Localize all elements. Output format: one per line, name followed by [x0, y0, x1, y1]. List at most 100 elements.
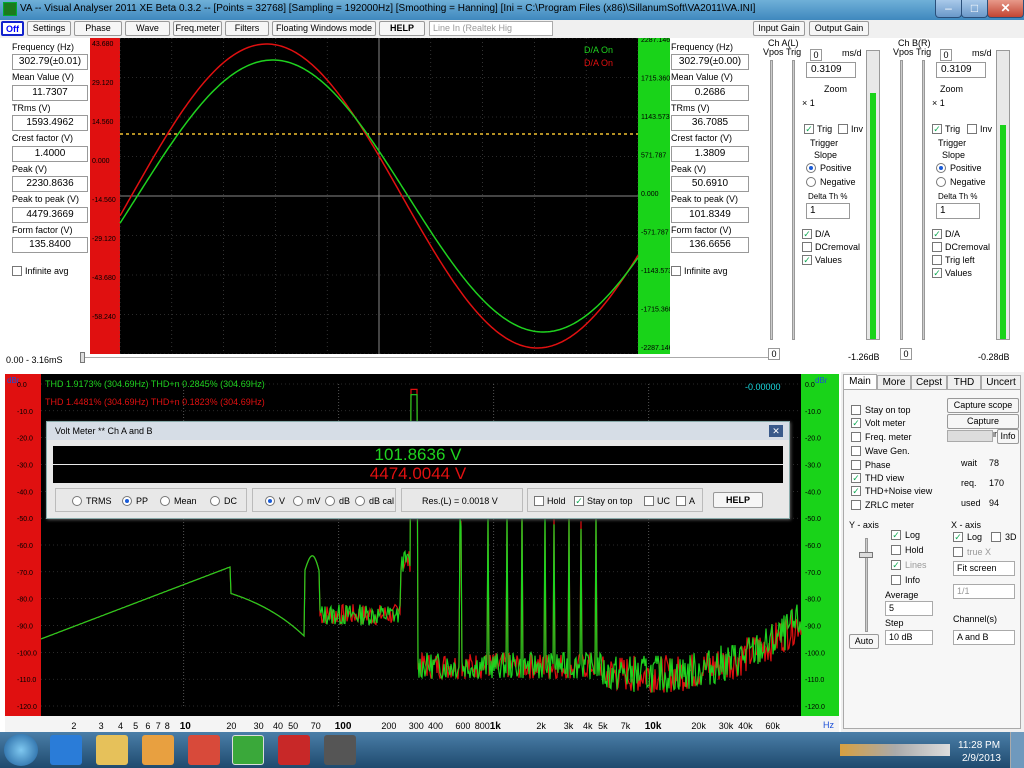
phase-button[interactable]: Phase — [74, 21, 122, 36]
app-icon-2[interactable] — [278, 735, 310, 765]
thd-view-checkbox[interactable]: ✓ — [851, 473, 861, 483]
chb-ms-value[interactable]: 0.3109 — [936, 62, 986, 78]
chb-negative-radio[interactable] — [936, 177, 946, 187]
freq-meter-button[interactable]: Freq.meter — [173, 21, 222, 36]
off-button[interactable]: Off — [1, 21, 24, 36]
input-gain-button[interactable]: Input Gain — [753, 21, 805, 36]
capture-scope-button[interactable]: Capture scope — [947, 398, 1019, 413]
cha-delta-value[interactable]: 1 — [806, 203, 850, 219]
chb-zoom-value[interactable]: × 1 — [932, 98, 945, 108]
average-select[interactable]: 5 — [885, 601, 933, 616]
y-lines-checkbox[interactable]: ✓ — [891, 560, 901, 570]
x-3d-checkbox[interactable] — [991, 532, 1001, 542]
tab-cepst[interactable]: Cepst — [911, 375, 947, 390]
auto-button[interactable]: Auto — [849, 634, 879, 649]
close-button[interactable]: ✕ — [987, 0, 1024, 18]
fit-screen-select[interactable]: Fit screen — [953, 561, 1015, 576]
input-device-select[interactable]: Line In (Realtek Hig — [429, 21, 553, 36]
a-checkbox[interactable] — [676, 496, 686, 506]
maximize-button[interactable]: □ — [961, 0, 988, 18]
volt-meter-close-button[interactable]: ✕ — [769, 425, 783, 437]
stay-on-top-checkbox-2[interactable] — [851, 405, 861, 415]
cha-negative-radio[interactable] — [806, 177, 816, 187]
chb-dcremoval-checkbox[interactable] — [932, 242, 942, 252]
y-axis-slider-thumb[interactable] — [859, 552, 873, 558]
cha-trig-checkbox[interactable]: ✓ — [804, 124, 814, 134]
tray-icons[interactable] — [840, 744, 950, 756]
v-radio[interactable] — [265, 496, 275, 506]
y-info-checkbox[interactable] — [891, 575, 901, 585]
uc-checkbox[interactable] — [644, 496, 654, 506]
visual-analyser-icon[interactable] — [232, 735, 264, 765]
cha-bottom-zero[interactable]: 0 — [768, 348, 780, 360]
cha-trig-slider[interactable] — [792, 60, 795, 340]
chb-trig-slider[interactable] — [922, 60, 925, 340]
chb-da-checkbox[interactable]: ✓ — [932, 229, 942, 239]
output-gain-button[interactable]: Output Gain — [809, 21, 869, 36]
timebase-scrollbar[interactable] — [80, 357, 770, 363]
cha-ms-value[interactable]: 0.3109 — [806, 62, 856, 78]
true-x-checkbox[interactable] — [953, 547, 963, 557]
cha-dcremoval-checkbox[interactable] — [802, 242, 812, 252]
help-button[interactable]: HELP — [379, 21, 425, 36]
chb-inv-checkbox[interactable] — [967, 124, 977, 134]
tab-uncert[interactable]: Uncert — [981, 375, 1021, 390]
wave-gen-checkbox[interactable] — [851, 446, 861, 456]
ratio-select[interactable]: 1/1 — [953, 584, 1015, 599]
y-hold-checkbox[interactable] — [891, 545, 901, 555]
media-player-icon[interactable] — [142, 735, 174, 765]
freq-meter-checkbox[interactable] — [851, 432, 861, 442]
folder-icon[interactable] — [96, 735, 128, 765]
ie-icon[interactable] — [50, 735, 82, 765]
chb-trig-checkbox[interactable]: ✓ — [932, 124, 942, 134]
step-select[interactable]: 10 dB — [885, 630, 933, 645]
floating-windows-button[interactable]: Floating Windows mode — [272, 21, 376, 36]
cha-inv-checkbox[interactable] — [838, 124, 848, 134]
mv-radio[interactable] — [293, 496, 303, 506]
zrlc-checkbox[interactable] — [851, 500, 861, 510]
cha-zero-box[interactable]: 0 — [810, 49, 822, 61]
x-log-checkbox[interactable]: ✓ — [953, 532, 963, 542]
dbcal-radio[interactable] — [355, 496, 365, 506]
dc-radio[interactable] — [210, 496, 220, 506]
hold-checkbox[interactable] — [534, 496, 544, 506]
stay-on-top-checkbox[interactable]: ✓ — [574, 496, 584, 506]
chrome-icon[interactable] — [188, 735, 220, 765]
volt-meter-checkbox[interactable]: ✓ — [851, 418, 861, 428]
minimize-button[interactable]: – — [935, 0, 962, 18]
channels-select[interactable]: A and B — [953, 630, 1015, 645]
cha-values-checkbox[interactable]: ✓ — [802, 255, 812, 265]
chb-bottom-zero[interactable]: 0 — [900, 348, 912, 360]
settings-button[interactable]: Settings — [27, 21, 71, 36]
tab-main[interactable]: Main — [843, 374, 877, 389]
infinite-avg-checkbox-b[interactable] — [671, 266, 681, 276]
wave-button[interactable]: Wave — [125, 21, 170, 36]
mean-radio[interactable] — [160, 496, 170, 506]
db-radio[interactable] — [325, 496, 335, 506]
start-button[interactable] — [4, 734, 38, 766]
filters-button[interactable]: Filters — [225, 21, 269, 36]
chb-delta-value[interactable]: 1 — [936, 203, 980, 219]
cha-da-checkbox[interactable]: ✓ — [802, 229, 812, 239]
cha-zoom-value[interactable]: × 1 — [802, 98, 815, 108]
cha-vpos-slider[interactable] — [770, 60, 773, 340]
chb-values-checkbox[interactable]: ✓ — [932, 268, 942, 278]
chb-zero-box[interactable]: 0 — [940, 49, 952, 61]
chb-vpos-slider[interactable] — [900, 60, 903, 340]
thdn-view-checkbox[interactable]: ✓ — [851, 486, 861, 496]
trms-radio[interactable] — [72, 496, 82, 506]
oscilloscope-display[interactable]: D/A On D/A On 43.680 29.120 14.560 0.000 -14… — [90, 38, 670, 354]
tab-thd[interactable]: THD — [947, 375, 981, 390]
phase-checkbox[interactable] — [851, 460, 861, 470]
volt-meter-titlebar[interactable]: Volt Meter ** Ch A and B ✕ — [47, 422, 789, 440]
y-log-checkbox[interactable]: ✓ — [891, 530, 901, 540]
chb-trig-left-checkbox[interactable] — [932, 255, 942, 265]
tab-more[interactable]: More — [877, 375, 911, 390]
timebase-thumb[interactable] — [80, 352, 85, 363]
capture-spectrum-button[interactable]: Capture spectrum — [947, 414, 1019, 439]
cha-positive-radio[interactable] — [806, 163, 816, 173]
info-button[interactable]: Info — [997, 429, 1019, 444]
app-icon-3[interactable] — [324, 735, 356, 765]
show-desktop-button[interactable] — [1010, 732, 1024, 768]
volt-help-button[interactable]: HELP — [713, 492, 763, 508]
